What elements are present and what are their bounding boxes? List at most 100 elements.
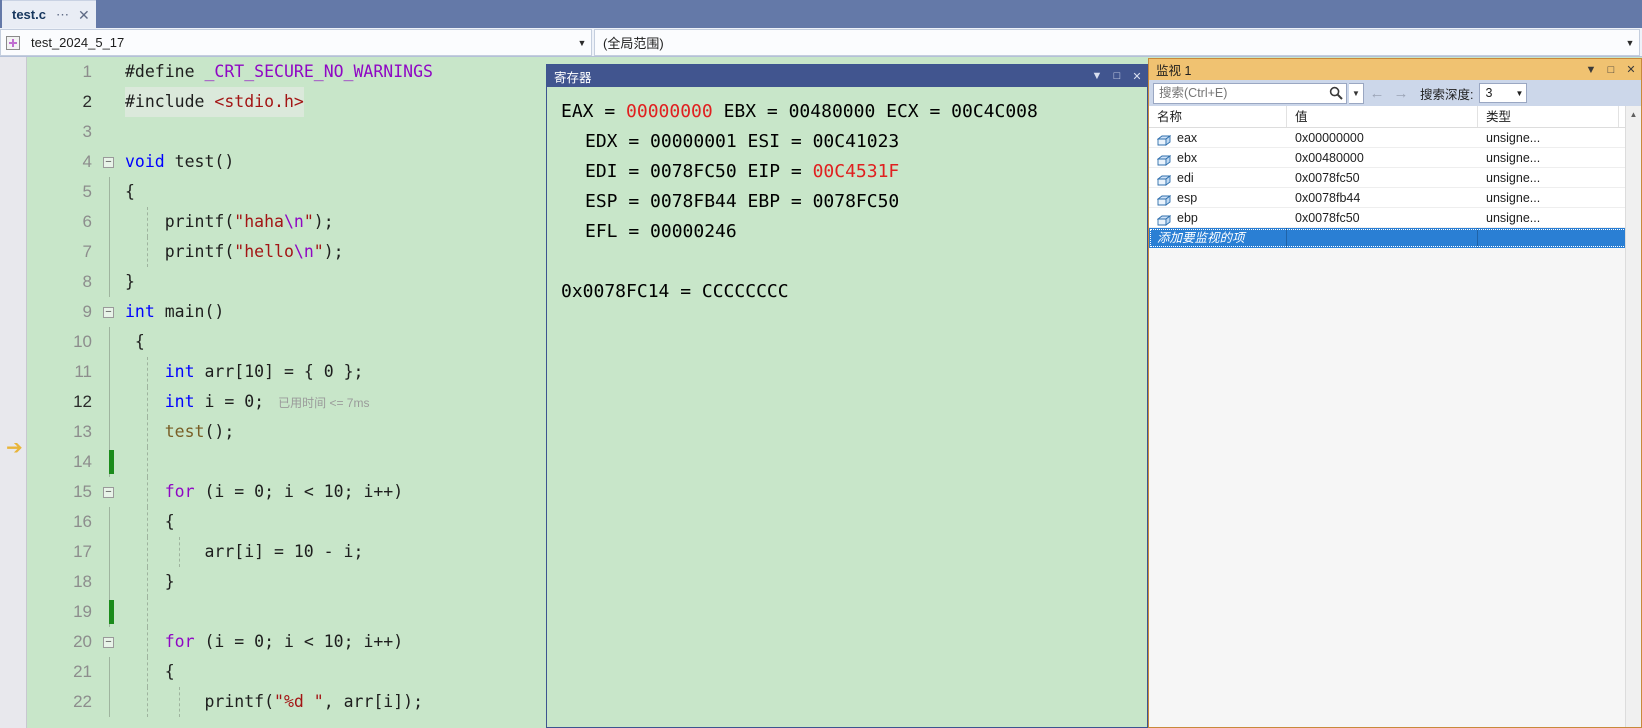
scope-selector-value: (全局范围) [603,36,664,51]
code-text: { [125,182,135,201]
line-number: 21 [73,662,92,681]
watch-name-text: ebp [1177,211,1198,225]
variable-box-icon [1156,152,1172,166]
scroll-up-icon[interactable]: ▲ [1626,106,1641,122]
chevron-down-icon[interactable]: ▼ [1087,66,1107,86]
registers-content: EAX = 00000000 EBX = 00480000 ECX = 00C4… [547,87,1147,307]
indent-guide [147,447,148,477]
pin-icon[interactable]: ⋯ [56,7,69,23]
watch-name-cell[interactable]: esp [1149,188,1287,207]
code-text: int main() [125,302,225,321]
fold-collapse-icon[interactable]: − [103,307,114,318]
register-line: EFL = 00000246 [561,217,1147,247]
project-selector-value: test_2024_5_17 [31,35,125,50]
watch-row[interactable]: esp 0x0078fb44 unsigne... [1149,188,1641,208]
chevron-down-icon[interactable]: ▼ [1621,30,1639,55]
watch-name-cell[interactable]: ebp [1149,208,1287,227]
variable-box-icon [1156,192,1172,206]
watch-window-titlebar[interactable]: 监视 1 ▼ □ ✕ [1149,59,1641,80]
fold-guide [109,177,110,207]
close-icon[interactable]: ✕ [1621,60,1641,80]
register-value-text: EDI = 0078FC50 EIP = [585,161,813,182]
watch-name-text: edi [1177,171,1194,185]
maximize-icon[interactable]: □ [1601,60,1621,80]
code-text: printf("haha\n"); [164,212,334,231]
add-item-icon [6,35,20,50]
watch-name-cell[interactable]: edi [1149,168,1287,187]
search-depth-combo[interactable]: 3 ▼ [1479,83,1528,103]
code-text: printf("%d ", arr[i]); [204,692,424,711]
watch-vertical-scrollbar[interactable]: ▲ [1625,106,1641,727]
add-watch-item-row[interactable]: 添加要监视的项 [1149,228,1641,248]
variable-box-icon [1156,212,1172,226]
register-changed-value: 00C4531F [812,161,900,182]
code-text: { [125,332,145,351]
editor-tab-strip: test.c ⋯ ✕ [0,0,1642,28]
arrow-right-icon[interactable]: → [1390,85,1412,102]
watch-row[interactable]: edi 0x0078fc50 unsigne... [1149,168,1641,188]
editor-indicator-margin[interactable]: ➔ [0,57,27,728]
watch-row[interactable]: ebp 0x0078fc50 unsigne... [1149,208,1641,228]
chevron-down-icon[interactable]: ▼ [573,30,591,55]
fold-guide [109,357,110,387]
line-number: 1 [82,62,92,81]
column-header-name[interactable]: 名称 [1149,106,1287,127]
watch-value-cell[interactable]: 0x00000000 [1287,128,1478,147]
scope-selector-combo[interactable]: (全局范围) ▼ [594,29,1640,56]
search-depth-value: 3 [1485,86,1493,100]
watch-name-cell[interactable]: ebx [1149,148,1287,167]
code-text: int arr[10] = { 0 }; [164,362,364,381]
watch-window[interactable]: 监视 1 ▼ □ ✕ ▼ ← → 搜索深度: 3 ▼ [1148,58,1642,728]
watch-name-cell[interactable]: eax [1149,128,1287,147]
tab-test-c[interactable]: test.c ⋯ ✕ [2,0,96,28]
watch-row[interactable]: eax 0x00000000 unsigne... [1149,128,1641,148]
search-options-dropdown[interactable]: ▼ [1349,82,1364,104]
close-icon[interactable]: ✕ [78,8,90,22]
line-number: 16 [73,512,92,531]
fold-collapse-icon[interactable]: − [103,487,114,498]
register-value-text: ESP = 0078FB44 EBP = 0078FC50 [585,191,900,212]
close-icon[interactable]: ✕ [1127,66,1147,86]
watch-value-cell[interactable]: 0x0078fc50 [1287,208,1478,227]
watch-toolbar: ▼ ← → 搜索深度: 3 ▼ [1149,80,1641,106]
watch-row[interactable]: ebx 0x00480000 unsigne... [1149,148,1641,168]
fold-collapse-icon[interactable]: − [103,637,114,648]
code-text: test(); [164,422,235,441]
watch-type-cell: unsigne... [1486,191,1541,205]
fold-guide [109,207,110,237]
watch-value-cell[interactable]: 0x0078fc50 [1287,168,1478,187]
column-header-value[interactable]: 值 [1287,106,1478,127]
search-field[interactable] [1153,82,1347,104]
line-number: 5 [82,182,92,201]
line-number: 20 [73,632,92,651]
chevron-down-icon[interactable]: ▼ [1581,60,1601,80]
registers-window[interactable]: 寄存器 ▼ □ ✕ EAX = 00000000 EBX = 00480000 … [546,64,1148,728]
line-number: 7 [82,242,92,261]
line-number: 15 [73,482,92,501]
arrow-left-icon[interactable]: ← [1366,85,1388,102]
line-number: 12 [73,392,92,411]
navigation-bar: test_2024_5_17 ▼ (全局范围) ▼ [0,28,1642,57]
column-header-type[interactable]: 类型 [1478,106,1619,127]
code-text: { [125,662,175,681]
change-marker [109,450,114,474]
maximize-icon[interactable]: □ [1107,66,1127,86]
chevron-down-icon[interactable]: ▼ [1512,89,1526,98]
search-input[interactable] [1154,86,1326,100]
watch-type-cell: unsigne... [1486,171,1541,185]
watch-value-cell[interactable]: 0x0078fb44 [1287,188,1478,207]
registers-window-title: 寄存器 [554,70,592,85]
tab-label: test.c [12,7,46,22]
watch-window-title: 监视 1 [1156,64,1192,78]
watch-name-text: eax [1177,131,1198,145]
search-icon[interactable] [1326,86,1346,100]
registers-window-titlebar[interactable]: 寄存器 ▼ □ ✕ [547,65,1147,87]
fold-guide [109,687,110,717]
watch-value-cell[interactable]: 0x00480000 [1287,148,1478,167]
watch-rows[interactable]: eax 0x00000000 unsigne... ebx 0x00480000 unsi… [1149,128,1641,228]
line-number: 8 [82,272,92,291]
project-selector-combo[interactable]: test_2024_5_17 ▼ [0,29,592,56]
line-number: 13 [73,422,92,441]
line-number: 18 [73,572,92,591]
fold-collapse-icon[interactable]: − [103,157,114,168]
